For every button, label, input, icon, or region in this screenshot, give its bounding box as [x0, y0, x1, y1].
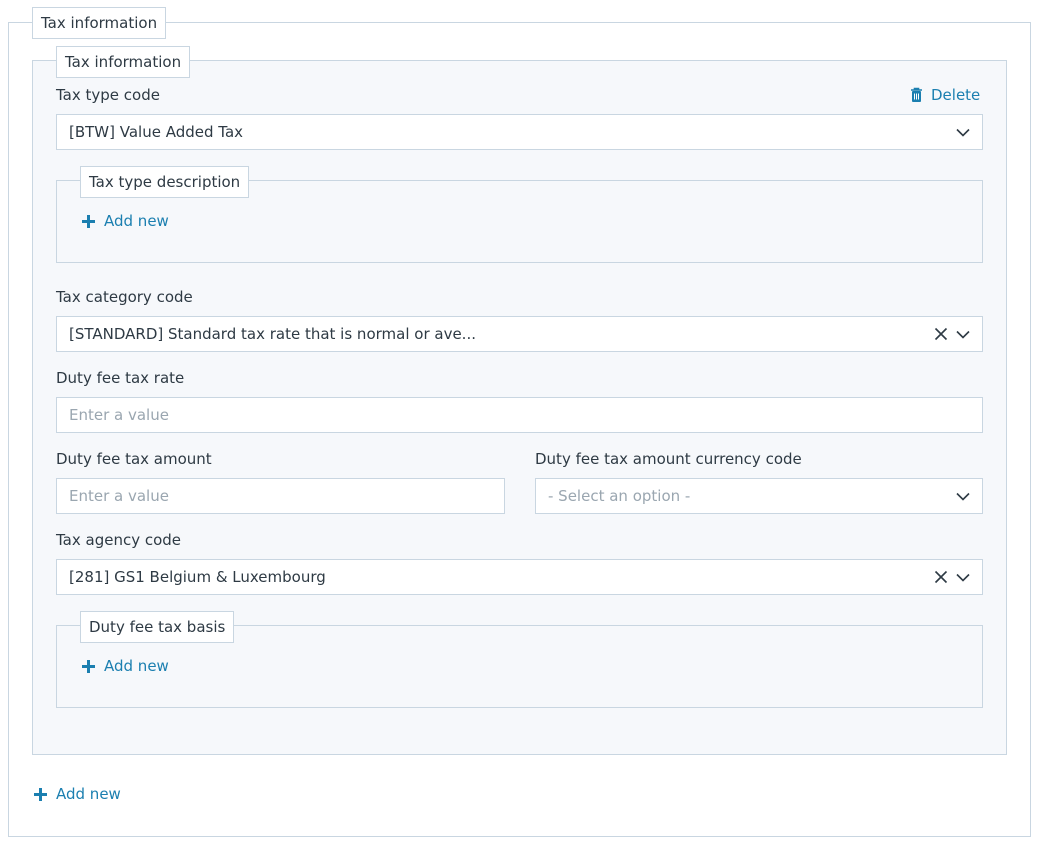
tax-information-item-legend: Tax information — [56, 46, 191, 78]
tax-type-description-add-new-button[interactable]: Add new — [80, 212, 169, 230]
duty-fee-tax-rate-placeholder: Enter a value — [69, 406, 169, 424]
clear-icon[interactable] — [932, 325, 950, 343]
duty-fee-tax-basis-add-new-button[interactable]: Add new — [80, 657, 169, 675]
duty-fee-tax-amount-currency-code-select[interactable]: - Select an option - — [535, 478, 983, 514]
tax-type-code-label: Tax type code — [56, 86, 160, 104]
currency-code-placeholder: - Select an option - — [548, 487, 691, 505]
tax-type-code-select[interactable]: [BTW] Value Added Tax — [56, 114, 983, 150]
delete-label: Delete — [931, 86, 981, 104]
plus-icon — [80, 658, 96, 674]
duty-fee-tax-amount-label: Duty fee tax amount — [56, 450, 212, 468]
tax-type-description-legend: Tax type description — [80, 166, 250, 198]
chevron-down-icon[interactable] — [954, 325, 972, 343]
duty-fee-tax-rate-label: Duty fee tax rate — [56, 369, 185, 387]
duty-fee-tax-amount-placeholder: Enter a value — [69, 487, 169, 505]
duty-fee-tax-amount-input[interactable]: Enter a value — [56, 478, 505, 514]
tax-category-code-value: [STANDARD] Standard tax rate that is nor… — [69, 325, 476, 343]
chevron-down-icon[interactable] — [954, 487, 972, 505]
add-new-label: Add new — [56, 785, 121, 803]
clear-icon[interactable] — [932, 568, 950, 586]
tax-category-code-select[interactable]: [STANDARD] Standard tax rate that is nor… — [56, 316, 983, 352]
tax-agency-code-label: Tax agency code — [56, 531, 182, 549]
trash-icon — [909, 86, 923, 104]
chevron-down-icon[interactable] — [954, 123, 972, 141]
duty-fee-tax-basis-legend: Duty fee tax basis — [80, 611, 235, 643]
add-new-label: Add new — [104, 212, 169, 230]
tax-information-legend: Tax information — [32, 7, 167, 39]
delete-button[interactable]: Delete — [909, 86, 980, 104]
duty-fee-tax-rate-input[interactable]: Enter a value — [56, 397, 983, 433]
tax-agency-code-select[interactable]: [281] GS1 Belgium & Luxembourg — [56, 559, 983, 595]
tax-category-code-label: Tax category code — [56, 288, 193, 306]
plus-icon — [80, 213, 96, 229]
duty-fee-tax-amount-currency-code-label: Duty fee tax amount currency code — [535, 450, 802, 468]
tax-type-code-value: [BTW] Value Added Tax — [69, 123, 244, 141]
tax-agency-code-value: [281] GS1 Belgium & Luxembourg — [69, 568, 326, 586]
tax-information-add-new-button[interactable]: Add new — [32, 785, 121, 803]
plus-icon — [32, 786, 48, 802]
add-new-label: Add new — [104, 657, 169, 675]
chevron-down-icon[interactable] — [954, 568, 972, 586]
